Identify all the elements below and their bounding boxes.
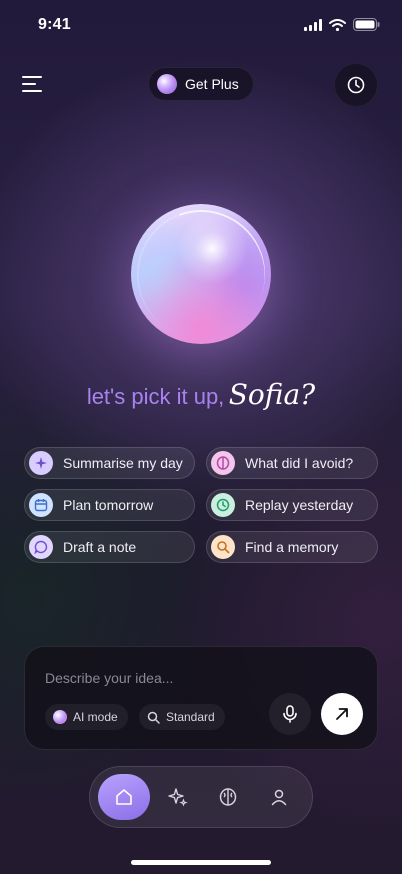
home-indicator xyxy=(131,860,271,865)
history-button[interactable] xyxy=(334,63,378,107)
chip-label: Find a memory xyxy=(245,539,339,555)
get-plus-label: Get Plus xyxy=(185,76,239,92)
chip-label: Replay yesterday xyxy=(245,497,354,513)
greeting-text: let's pick it up, xyxy=(86,384,225,409)
chip-label: Summarise my day xyxy=(63,455,183,471)
ai-mode-label: AI mode xyxy=(73,710,118,724)
orb-icon xyxy=(157,74,177,94)
suggestion-chip-find[interactable]: Find a memory xyxy=(206,531,378,563)
microphone-button[interactable] xyxy=(269,693,311,735)
suggestion-chip-draft[interactable]: Draft a note xyxy=(24,531,195,563)
standard-label: Standard xyxy=(166,710,215,724)
chip-label: Plan tomorrow xyxy=(63,497,154,513)
nav-profile[interactable] xyxy=(254,775,304,819)
status-time: 9:41 xyxy=(38,16,71,33)
brain-icon xyxy=(211,451,235,475)
chip-label: What did I avoid? xyxy=(245,455,354,471)
send-button[interactable] xyxy=(321,693,363,735)
search-icon xyxy=(211,535,235,559)
nav-home[interactable] xyxy=(98,774,150,820)
person-icon xyxy=(271,789,287,806)
clock-icon xyxy=(211,493,235,517)
assistant-orb[interactable] xyxy=(131,204,271,344)
get-plus-button[interactable]: Get Plus xyxy=(148,67,254,101)
sparkle-icon xyxy=(168,788,188,807)
clock-icon xyxy=(347,76,365,94)
nav-discover[interactable] xyxy=(153,775,203,819)
ai-mode-button[interactable]: AI mode xyxy=(45,704,128,730)
calendar-icon xyxy=(29,493,53,517)
greeting-name: Sofia? xyxy=(228,378,316,411)
microphone-icon xyxy=(283,705,297,723)
nav-mind[interactable] xyxy=(203,775,253,819)
suggestion-chip-replay[interactable]: Replay yesterday xyxy=(206,489,378,521)
battery-icon xyxy=(353,18,380,31)
orb-icon xyxy=(53,710,67,724)
bottom-nav xyxy=(89,766,313,828)
brain-icon xyxy=(219,788,237,806)
signal-icon xyxy=(304,18,322,31)
chip-label: Draft a note xyxy=(63,539,137,555)
standard-mode-button[interactable]: Standard xyxy=(139,704,225,730)
chat-bubble-icon xyxy=(29,535,53,559)
menu-button[interactable] xyxy=(22,74,46,94)
sparkle-icon xyxy=(29,451,53,475)
prompt-input[interactable]: Describe your idea... xyxy=(45,670,173,686)
suggestion-chip-avoid[interactable]: What did I avoid? xyxy=(206,447,378,479)
status-icons xyxy=(304,18,380,31)
arrow-up-right-icon xyxy=(336,708,348,720)
suggestion-chip-plan[interactable]: Plan tomorrow xyxy=(24,489,195,521)
menu-icon-line xyxy=(22,90,42,92)
greeting: let's pick it up, Sofia? xyxy=(0,378,402,411)
menu-icon-line xyxy=(22,83,36,85)
composer-card: Describe your idea... AI mode Standard xyxy=(24,646,378,750)
suggestion-chip-summarise[interactable]: Summarise my day xyxy=(24,447,195,479)
home-icon xyxy=(116,789,132,805)
orb-highlight xyxy=(131,204,271,344)
search-icon xyxy=(147,711,160,724)
wifi-icon xyxy=(329,18,346,31)
menu-icon xyxy=(22,76,42,78)
